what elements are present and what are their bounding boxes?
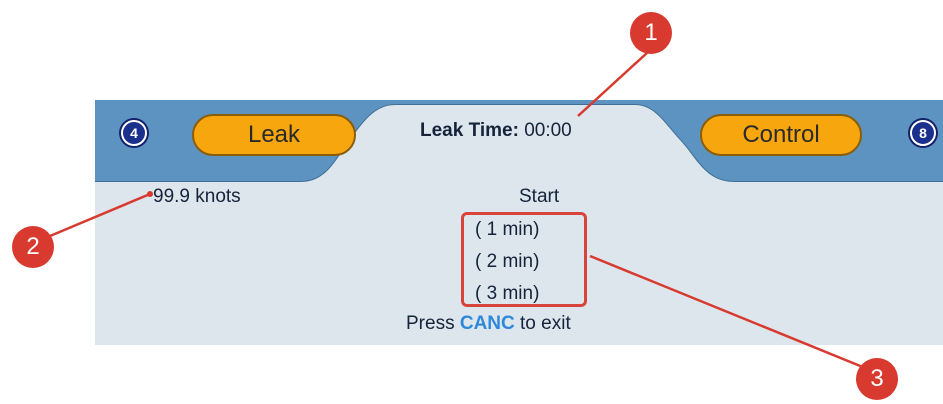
callout-2: 2	[12, 226, 54, 268]
callout-1: 1	[630, 12, 672, 54]
callout-lines	[49, 51, 876, 374]
callout-3: 3	[856, 358, 898, 400]
